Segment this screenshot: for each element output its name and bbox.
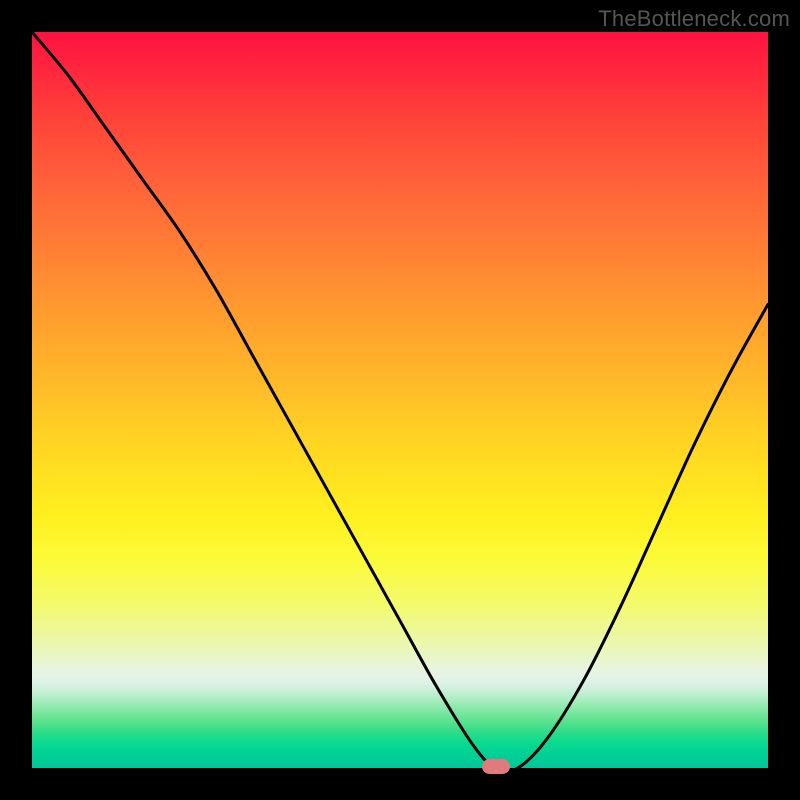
chart-frame: TheBottleneck.com bbox=[0, 0, 800, 800]
watermark-text: TheBottleneck.com bbox=[598, 6, 790, 32]
optimal-marker bbox=[482, 759, 510, 774]
bottleneck-curve bbox=[32, 32, 768, 768]
